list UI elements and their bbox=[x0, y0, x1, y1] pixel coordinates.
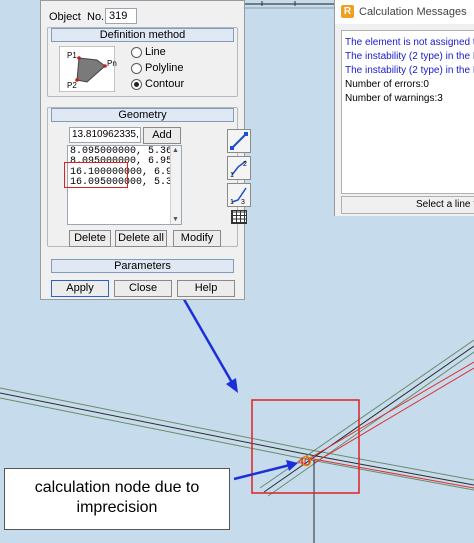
scroll-up-icon[interactable]: ▲ bbox=[172, 147, 179, 154]
select-prompt-bar: Select a line to bbox=[341, 196, 474, 214]
calculation-messages-window: R Calculation Messages The element is no… bbox=[334, 0, 474, 216]
contour-tool-button[interactable]: 1 3 bbox=[227, 183, 251, 207]
message-line[interactable]: Number of warnings:3 bbox=[345, 93, 443, 104]
diagram-label-pn: Pn bbox=[107, 59, 117, 68]
coordinate-input-value: 13.810962335, 9 bbox=[72, 129, 139, 140]
radio-line[interactable] bbox=[131, 47, 142, 58]
radio-contour-label: Contour bbox=[145, 78, 185, 90]
app-icon-letter: R bbox=[343, 6, 352, 17]
list-scrollbar[interactable]: ▲ ▼ bbox=[170, 146, 181, 224]
no-label: No. bbox=[87, 11, 105, 23]
callout-line-2: imprecision bbox=[76, 499, 158, 516]
radio-polyline-label: Polyline bbox=[145, 62, 184, 74]
messages-title: Calculation Messages bbox=[359, 6, 467, 18]
delete-all-button[interactable]: Delete all bbox=[115, 230, 167, 247]
message-line[interactable]: Number of errors:0 bbox=[345, 79, 429, 90]
svg-text:2: 2 bbox=[243, 161, 247, 168]
geometry-title: Geometry bbox=[51, 108, 234, 122]
messages-title-bar[interactable]: R Calculation Messages bbox=[335, 0, 474, 24]
node-label: 40 bbox=[298, 456, 310, 468]
radio-contour[interactable] bbox=[131, 79, 142, 90]
contour-tool-icon: 1 3 bbox=[230, 187, 247, 206]
message-line[interactable]: The element is not assigned to any bbox=[345, 37, 474, 48]
scroll-down-icon[interactable]: ▼ bbox=[172, 216, 179, 223]
add-button[interactable]: Add bbox=[143, 127, 181, 144]
object-number-value: 319 bbox=[109, 10, 128, 22]
diagram-label-p2: P2 bbox=[67, 81, 77, 90]
polyline-tool-button[interactable]: 1 2 bbox=[227, 156, 251, 180]
help-button[interactable]: Help bbox=[177, 280, 235, 297]
app-icon: R bbox=[341, 5, 354, 18]
apply-button[interactable]: Apply bbox=[51, 280, 109, 297]
radio-polyline[interactable] bbox=[131, 63, 142, 74]
line-tool-button[interactable] bbox=[227, 129, 251, 153]
coordinate-input[interactable]: 13.810962335, 9 bbox=[69, 127, 141, 143]
select-prompt-text: Select a line to bbox=[416, 199, 474, 210]
definition-method-title: Definition method bbox=[51, 28, 234, 42]
contour-dialog: Object No. 319 Definition method P1 Pn P… bbox=[40, 0, 251, 300]
line-tool-icon bbox=[230, 132, 248, 150]
table-grid-icon[interactable] bbox=[231, 210, 247, 224]
messages-list[interactable]: The element is not assigned to any The i… bbox=[341, 30, 474, 194]
callout-line-1: calculation node due to bbox=[34, 479, 200, 496]
svg-text:1: 1 bbox=[230, 199, 234, 206]
message-line[interactable]: The instability (2 type) in the RY di bbox=[345, 65, 474, 76]
radio-line-label: Line bbox=[145, 46, 166, 58]
object-label: Object bbox=[49, 11, 81, 23]
delete-button[interactable]: Delete bbox=[69, 230, 111, 247]
parameters-title[interactable]: Parameters bbox=[51, 259, 234, 273]
close-button[interactable]: Close bbox=[114, 280, 172, 297]
polyline-tool-icon: 1 2 bbox=[230, 160, 247, 179]
svg-text:1: 1 bbox=[230, 172, 234, 179]
annotation-callout: calculation node due to imprecision bbox=[4, 468, 230, 530]
svg-text:3: 3 bbox=[241, 199, 245, 206]
modify-button[interactable]: Modify bbox=[173, 230, 221, 247]
diagram-label-p1: P1 bbox=[67, 51, 77, 60]
rows-highlight-box bbox=[64, 162, 128, 188]
message-line[interactable]: The instability (2 type) in the RX di bbox=[345, 51, 474, 62]
object-number-field[interactable]: 319 bbox=[105, 8, 137, 24]
